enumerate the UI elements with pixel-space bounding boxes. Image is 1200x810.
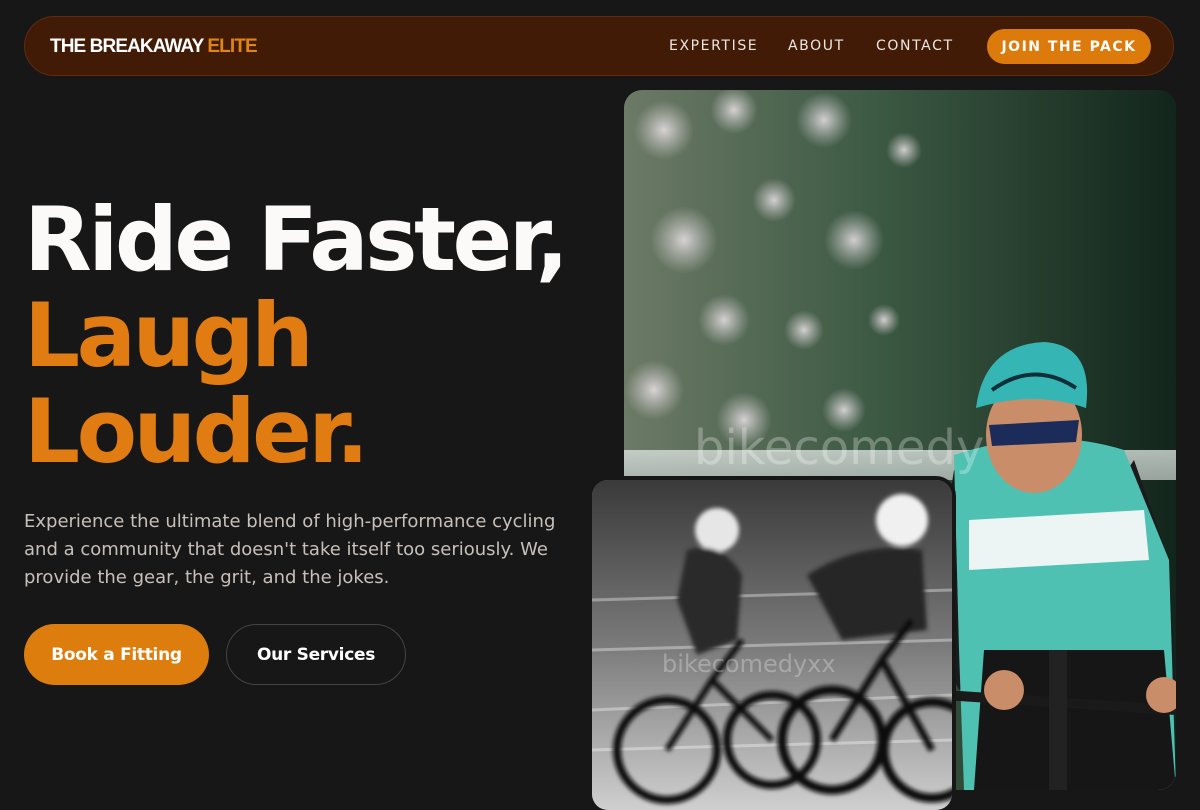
nav-link-expertise[interactable]: EXPERTISE	[669, 38, 758, 54]
image-watermark-secondary: bikecomedyxx	[662, 650, 836, 678]
brand-logo[interactable]: THE BREAKAWAY ELITE	[50, 36, 258, 58]
join-the-pack-button[interactable]: JOIN THE PACK	[987, 29, 1151, 64]
book-fitting-button[interactable]: Book a Fitting	[24, 624, 209, 685]
headline-line-1: Ride Faster,	[24, 188, 569, 291]
secondary-photo-racers: bikecomedyxx	[592, 480, 952, 810]
nav-link-about[interactable]: ABOUT	[788, 38, 845, 54]
our-services-button[interactable]: Our Services	[226, 624, 406, 685]
hero-headline: Ride Faster, Laugh Louder.	[24, 188, 569, 483]
brand-name-accent: ELITE	[207, 36, 257, 57]
hero-description: Experience the ultimate blend of high-pe…	[24, 511, 556, 588]
headline-line-3: Louder.	[24, 380, 369, 483]
brand-name: THE BREAKAWAY	[50, 36, 204, 57]
image-watermark: bikecomedy	[694, 420, 985, 476]
nav-link-contact[interactable]: CONTACT	[876, 38, 954, 54]
top-navbar: THE BREAKAWAY ELITE EXPERTISE ABOUT CONT…	[24, 16, 1174, 76]
racers-illustration	[592, 480, 952, 810]
headline-line-2: Laugh	[24, 284, 314, 387]
